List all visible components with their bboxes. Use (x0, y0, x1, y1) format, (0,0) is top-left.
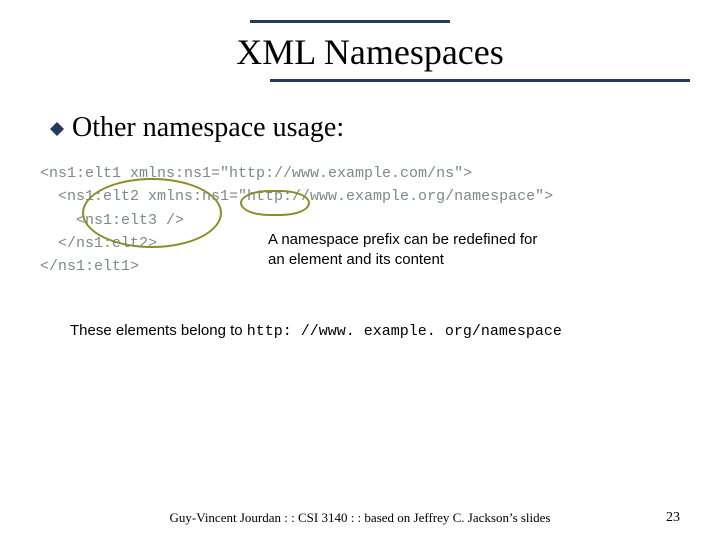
title-rule-top (250, 20, 450, 23)
callout-line-1: A namespace prefix can be redefined for (268, 230, 537, 250)
footer-credit: Guy-Vincent Jourdan : : CSI 3140 : : bas… (0, 510, 720, 526)
slide-title: XML Namespaces (60, 31, 680, 73)
page-number: 23 (666, 510, 680, 526)
highlight-oval-prefix (240, 190, 310, 216)
belong-prefix: These elements belong to (70, 322, 247, 339)
callout-line-2: an element and its content (268, 250, 537, 270)
slide: XML Namespaces Other namespace usage: <n… (0, 0, 720, 540)
diamond-bullet-icon (50, 122, 64, 141)
code-example: <ns1:elt1 xmlns:ns1="http://www.example.… (40, 162, 680, 302)
bullet-row: Other namespace usage: (50, 112, 680, 144)
title-rule-bottom (270, 79, 690, 82)
bullet-text: Other namespace usage: (72, 112, 344, 144)
callout-text: A namespace prefix can be redefined for … (268, 230, 537, 271)
highlight-oval-elements (82, 178, 222, 248)
title-block: XML Namespaces (60, 20, 680, 82)
belong-line: These elements belong to http: //www. ex… (70, 322, 680, 340)
belong-uri: http: //www. example. org/namespace (247, 323, 562, 340)
